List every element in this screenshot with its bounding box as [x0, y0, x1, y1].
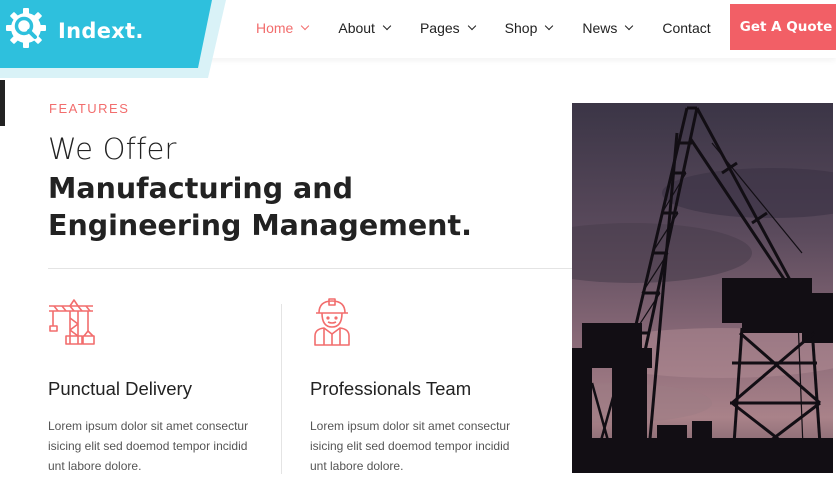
- feature-title: Punctual Delivery: [48, 378, 192, 399]
- nav-label: Pages: [419, 20, 460, 36]
- worker-helmet-icon: [310, 298, 354, 351]
- chevron-down-icon: [382, 21, 392, 31]
- chevron-down-icon: [467, 21, 476, 31]
- nav-item-about[interactable]: About: [338, 20, 392, 36]
- vertical-divider: [281, 304, 282, 474]
- section-eyebrow: FEATURES: [49, 101, 130, 116]
- chevron-down-icon: [301, 21, 310, 31]
- feature-description: Lorem ipsum dolor sit amet consectur isi…: [48, 419, 249, 473]
- nav-label: About: [338, 20, 375, 36]
- chevron-down-icon: [545, 21, 554, 31]
- crane-silhouette-photo: [572, 103, 833, 473]
- chevron-down-icon: [625, 21, 634, 31]
- section-title-bold: Manufacturing and Engineering Management…: [48, 170, 472, 244]
- brand-name: Indext.: [58, 18, 144, 43]
- side-accent-bar: [0, 80, 5, 126]
- nav-item-pages[interactable]: Pages: [419, 20, 476, 36]
- nav-label: Shop: [504, 20, 538, 36]
- feature-title: Professionals Team: [310, 378, 472, 399]
- nav-label: Contact: [662, 20, 711, 36]
- nav-item-home[interactable]: Home: [256, 20, 310, 36]
- horizontal-divider: [48, 268, 572, 269]
- nav-item-contact[interactable]: Contact: [662, 20, 710, 36]
- nav-label: News: [582, 20, 618, 36]
- main-nav: Home About Pages Shop News Contact: [256, 0, 741, 56]
- feature-description: Lorem ipsum dolor sit amet consectur isi…: [310, 419, 511, 473]
- nav-label: Home: [256, 20, 294, 36]
- get-a-quote-button[interactable]: Get A Quote: [730, 4, 836, 50]
- nav-item-news[interactable]: News: [582, 20, 634, 36]
- section-title-light: We Offer: [48, 132, 177, 166]
- title-line-1: Manufacturing and: [48, 172, 353, 205]
- site-header: Indext. Home About Pages Shop News Conta…: [0, 0, 836, 78]
- nav-item-shop[interactable]: Shop: [504, 20, 554, 36]
- title-line-2: Engineering Management.: [48, 209, 472, 242]
- crane-icon: [48, 298, 96, 351]
- gear-search-icon: [4, 6, 48, 55]
- logo[interactable]: Indext.: [4, 6, 144, 55]
